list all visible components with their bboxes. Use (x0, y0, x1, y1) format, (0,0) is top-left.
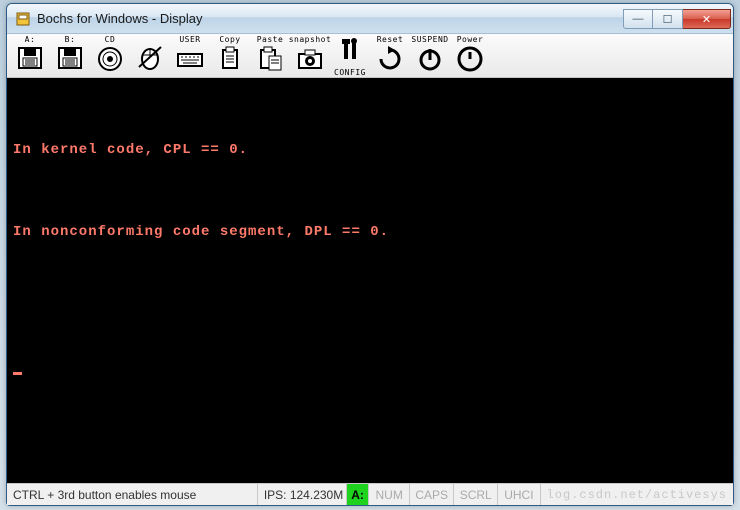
cd-icon (95, 44, 125, 77)
user-button[interactable]: USER (171, 36, 209, 76)
mouse-button[interactable] (131, 36, 169, 76)
maximize-button[interactable]: ☐ (653, 9, 683, 29)
snapshot-button[interactable]: snapshot (291, 36, 329, 76)
clipboard-icon (255, 44, 285, 77)
reset-icon (375, 44, 405, 77)
status-ips: IPS: 124.230M (258, 484, 347, 505)
minimize-button[interactable]: — (623, 9, 653, 29)
floppy-icon (55, 44, 85, 77)
app-icon (15, 11, 31, 27)
window-controls: — ☐ ✕ (623, 8, 731, 29)
terminal-line: In nonconforming code segment, DPL == 0. (13, 222, 727, 242)
clipboard-icon (215, 44, 245, 77)
watermark: log.csdn.net/activesys (541, 484, 733, 505)
close-button[interactable]: ✕ (683, 9, 731, 29)
terminal-line: In kernel code, CPL == 0. (13, 140, 727, 160)
status-drive-a: A: (347, 484, 369, 505)
cdrom-button[interactable]: CD (91, 36, 129, 76)
floppy-b-button[interactable]: B: (51, 36, 89, 76)
keyboard-icon (175, 44, 205, 77)
config-button[interactable]: CONFIG (331, 36, 369, 76)
terminal-cursor (13, 360, 727, 380)
power-icon (415, 44, 445, 77)
tools-icon (335, 35, 365, 68)
copy-button[interactable]: Copy (211, 36, 249, 76)
mouse-icon (135, 43, 165, 76)
status-hint: CTRL + 3rd button enables mouse (7, 484, 258, 505)
status-caps: CAPS (410, 484, 454, 505)
status-num: NUM (369, 484, 410, 505)
reset-button[interactable]: Reset (371, 36, 409, 76)
statusbar: CTRL + 3rd button enables mouse IPS: 124… (7, 483, 733, 505)
bochs-window: Bochs for Windows - Display — ☐ ✕ A: B: … (6, 3, 734, 506)
status-scrl: SCRL (454, 484, 498, 505)
paste-button[interactable]: Paste (251, 36, 289, 76)
suspend-button[interactable]: SUSPEND (411, 36, 449, 76)
floppy-icon (15, 44, 45, 77)
floppy-a-button[interactable]: A: (11, 36, 49, 76)
status-uhci: UHCI (498, 484, 540, 505)
window-title: Bochs for Windows - Display (37, 11, 202, 26)
camera-icon (295, 44, 325, 77)
titlebar[interactable]: Bochs for Windows - Display — ☐ ✕ (7, 4, 733, 34)
power-icon (455, 44, 485, 77)
toolbar: A: B: CD USER Copy Paste snapshot (7, 34, 733, 78)
terminal-display[interactable]: In kernel code, CPL == 0. In nonconformi… (7, 78, 733, 483)
power-button[interactable]: Power (451, 36, 489, 76)
